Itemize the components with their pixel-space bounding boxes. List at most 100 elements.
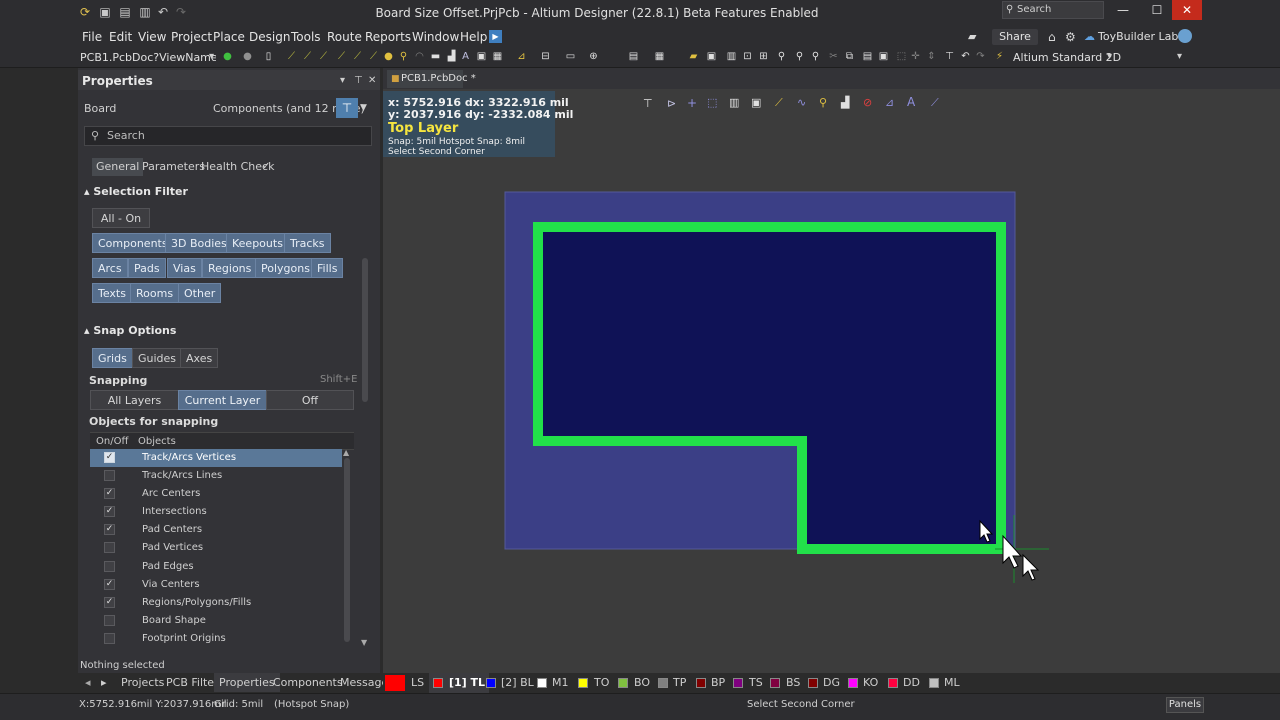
snap-checkbox[interactable]	[104, 561, 115, 572]
selection-filter-heading[interactable]: ▴ Selection Filter	[84, 185, 188, 198]
zoom-in-icon[interactable]: ⚲	[810, 51, 821, 63]
snap-grids-button[interactable]: Grids	[92, 348, 133, 368]
cut-icon[interactable]: ✂	[828, 51, 839, 63]
snapping-current-layer[interactable]: Current Layer	[178, 390, 267, 410]
panel-close-icon[interactable]: ✕	[368, 75, 376, 86]
snap-checkbox[interactable]: ✓	[104, 488, 115, 499]
place-fill-icon[interactable]: ▬	[430, 51, 441, 63]
filter-icon[interactable]: ⊤	[336, 98, 358, 118]
select-inside-icon[interactable]: ⬚	[896, 51, 907, 63]
layer-ko[interactable]: KO	[863, 676, 878, 689]
layer-ts[interactable]: TS	[749, 676, 763, 689]
snapping-all-layers[interactable]: All Layers	[90, 390, 179, 410]
place-via-icon[interactable]: ⚲	[398, 51, 409, 63]
filter-components[interactable]: Components	[92, 233, 174, 253]
snap-row-via-centers[interactable]: ✓ Via Centers	[90, 576, 342, 594]
document-icon[interactable]: ▯	[263, 51, 274, 63]
snap-row-intersections[interactable]: ✓ Intersections	[90, 503, 342, 521]
snap-axes-button[interactable]: Axes	[180, 348, 219, 368]
snap-table-scrollbar[interactable]	[344, 458, 350, 642]
menu-file[interactable]: File	[82, 30, 102, 44]
zoom-selected-icon[interactable]: ⚲	[776, 51, 787, 63]
clear-filter-icon[interactable]: ⊤	[944, 51, 955, 63]
place-component-icon[interactable]: ▣	[476, 51, 487, 63]
tune-multi-icon[interactable]: ⟋	[368, 51, 379, 63]
rubber-stamp-icon[interactable]: ▣	[878, 51, 889, 63]
pin-icon[interactable]: ⊤	[354, 75, 363, 86]
rooms-icon[interactable]: ▤	[628, 51, 639, 63]
comment-icon[interactable]: ▰	[968, 30, 976, 43]
align-icon[interactable]: ⊟	[540, 51, 551, 63]
combo-dropdown-icon[interactable]: ▾	[206, 51, 217, 63]
home-icon[interactable]: ⌂	[1048, 30, 1056, 44]
place-pad-icon[interactable]: ●	[383, 51, 394, 63]
menu-help[interactable]: Help	[460, 30, 487, 44]
layer-dg[interactable]: DG	[823, 676, 840, 689]
maximize-button[interactable]: ☐	[1140, 0, 1174, 20]
layer-bp[interactable]: BP	[711, 676, 725, 689]
select-area-icon[interactable]: ▭	[565, 51, 576, 63]
diff-pair-icon[interactable]: ⟋	[302, 51, 313, 63]
snap-checkbox[interactable]: ✓	[104, 506, 115, 517]
menu-view[interactable]: View	[138, 30, 166, 44]
snap-row-track-arcs-vertices[interactable]: ✓ Track/Arcs Vertices	[90, 449, 342, 467]
zoom-area-icon[interactable]: ⊞	[758, 51, 769, 63]
filter-fills[interactable]: Fills	[311, 258, 344, 278]
snap-checkbox[interactable]	[104, 615, 115, 626]
snap-row-regions-polygons-fills[interactable]: ✓ Regions/Polygons/Fills	[90, 594, 342, 612]
go-back-icon[interactable]: ●	[242, 51, 253, 63]
view-config-dropdown-icon[interactable]: ▾	[1104, 51, 1115, 63]
user-avatar[interactable]	[1178, 29, 1192, 43]
print-icon[interactable]: ▥	[726, 51, 737, 63]
filter-texts[interactable]: Texts	[92, 283, 132, 303]
global-search-input[interactable]: ⚲ Search	[1002, 1, 1104, 19]
snap-guides-button[interactable]: Guides	[132, 348, 183, 368]
layer-set-swatch[interactable]	[385, 675, 405, 691]
open-folder-icon[interactable]: ▰	[688, 51, 699, 63]
filter-other[interactable]: Other	[178, 283, 222, 303]
paste-icon[interactable]: ▤	[862, 51, 873, 63]
layer-m1[interactable]: M1	[552, 676, 569, 689]
layer-ls[interactable]: LS	[411, 676, 424, 689]
snap-row-footprint-origins[interactable]: Footprint Origins	[90, 630, 342, 648]
snap-row-arc-centers[interactable]: ✓ Arc Centers	[90, 485, 342, 503]
properties-search-input[interactable]: ⚲ Search	[84, 126, 372, 146]
layer-dd[interactable]: DD	[903, 676, 920, 689]
place-string-icon[interactable]: A	[460, 51, 471, 63]
gear-icon[interactable]: ⚙	[1065, 30, 1076, 44]
tabs-scroll-left-icon[interactable]: ◂	[80, 673, 96, 692]
go-forward-icon[interactable]: ●	[222, 51, 233, 63]
document-tab[interactable]: ■ PCB1.PcbDoc *	[387, 70, 476, 88]
menu-window[interactable]: Window	[412, 30, 459, 44]
toolbar-options-icon[interactable]: ▾	[1174, 51, 1185, 63]
scroll-down-icon[interactable]: ▼	[361, 638, 367, 647]
snap-row-board-shape[interactable]: Board Shape	[90, 612, 342, 630]
panel-scrollbar[interactable]	[362, 258, 368, 402]
move-icon[interactable]: ✛	[910, 51, 921, 63]
tab-general[interactable]: General	[92, 158, 144, 176]
menu-tools[interactable]: Tools	[291, 30, 321, 44]
save-file-icon[interactable]: ▣	[706, 51, 717, 63]
menu-reports[interactable]: Reports	[365, 30, 411, 44]
snap-checkbox[interactable]	[104, 542, 115, 553]
minimize-button[interactable]: —	[1106, 0, 1140, 20]
panel-menu-icon[interactable]: ▾	[340, 75, 345, 86]
snap-checkbox[interactable]	[104, 633, 115, 644]
filter-rooms[interactable]: Rooms	[130, 283, 180, 303]
layer-tp[interactable]: TP	[673, 676, 686, 689]
snap-checkbox[interactable]	[104, 470, 115, 481]
scroll-up-icon[interactable]: ▲	[343, 448, 349, 457]
filter-vias[interactable]: Vias	[167, 258, 202, 278]
snap-checkbox[interactable]: ✓	[104, 597, 115, 608]
zoom-fit-icon[interactable]: ⊡	[742, 51, 753, 63]
pcb-canvas[interactable]: x: 5752.916 dx: 3322.916 mil y: 2037.916…	[383, 89, 1280, 673]
grid-icon[interactable]: ▦	[654, 51, 665, 63]
panels-button[interactable]: Panels	[1166, 697, 1204, 713]
snap-checkbox[interactable]: ✓	[104, 452, 115, 463]
snap-row-pad-centers[interactable]: ✓ Pad Centers	[90, 521, 342, 539]
copy-icon[interactable]: ⧉	[844, 51, 855, 63]
layer-bo[interactable]: BO	[634, 676, 650, 689]
close-window-button[interactable]: ✕	[1172, 0, 1202, 20]
view-name-combo[interactable]: PCB1.PcbDoc?ViewName=	[80, 50, 216, 66]
filter-dropdown-icon[interactable]: ▼	[360, 98, 372, 118]
